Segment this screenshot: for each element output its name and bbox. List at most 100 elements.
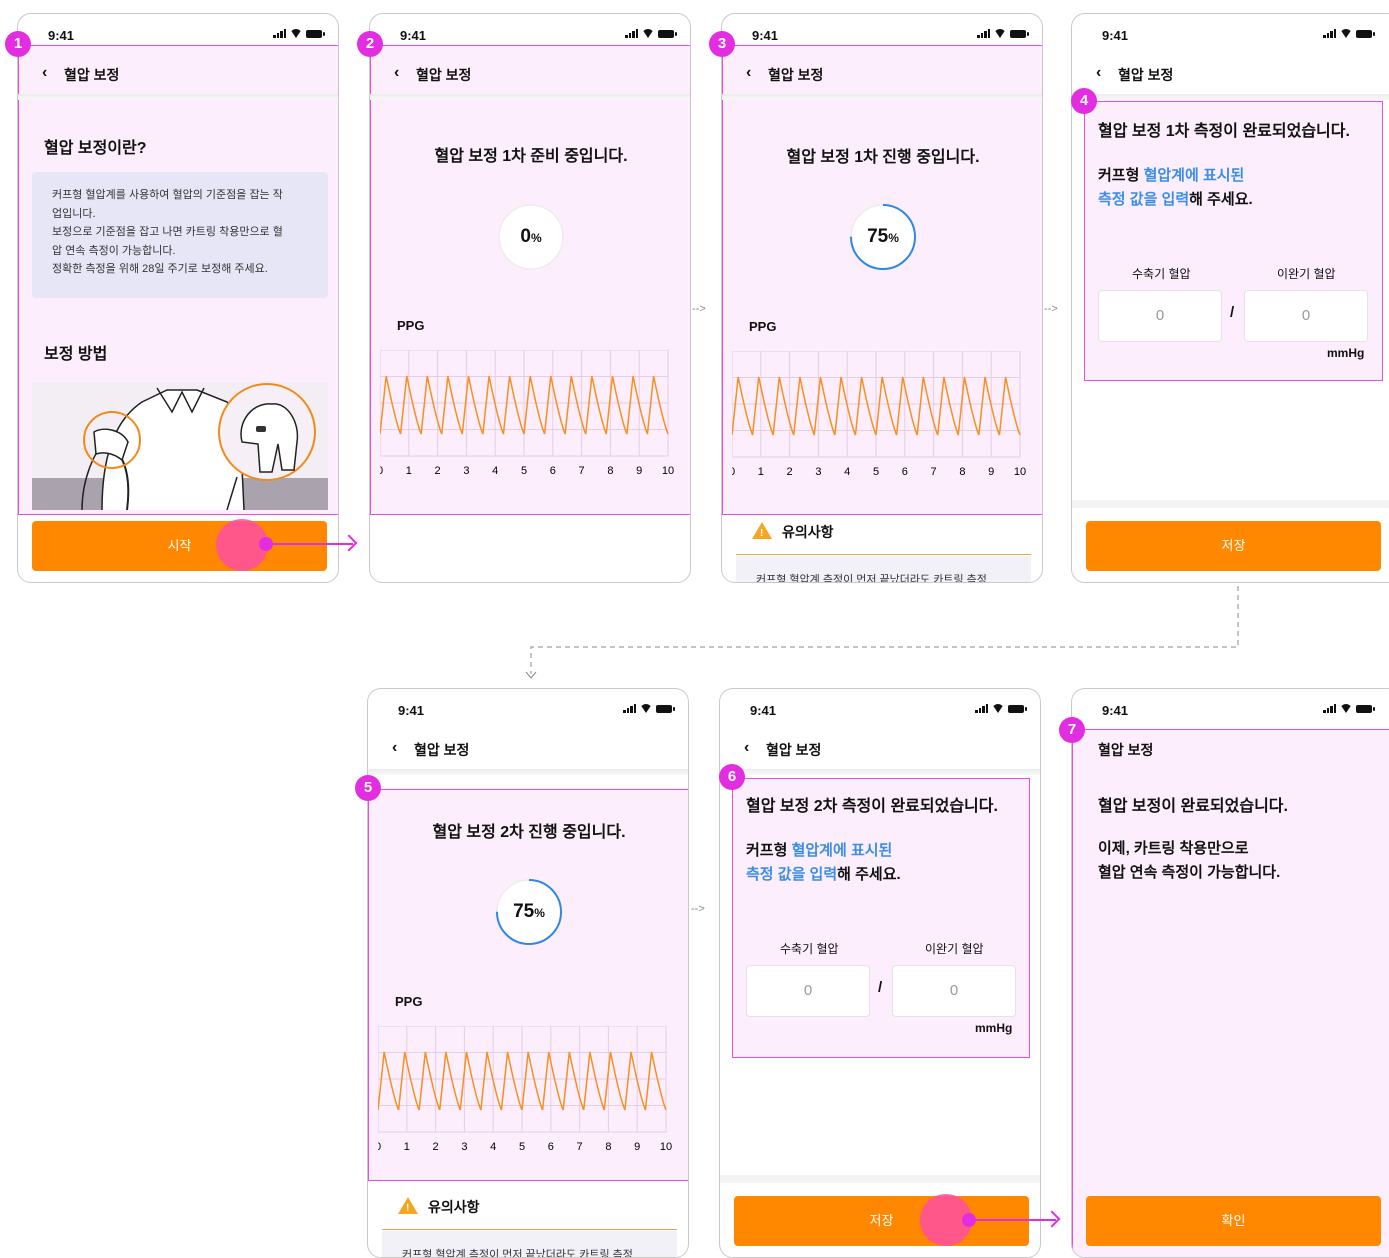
diastolic-label: 이완기 혈압	[1277, 267, 1336, 281]
x-tick-label: 9	[636, 465, 642, 477]
desc-text: 커프형	[746, 842, 792, 859]
x-tick-label: 0	[378, 1141, 381, 1153]
x-tick-label: 5	[519, 1141, 525, 1153]
diastolic-input[interactable]: 0	[892, 965, 1016, 1017]
progress-unit: %	[534, 906, 545, 920]
desc-text: 커프형	[1098, 167, 1144, 184]
systolic-input[interactable]: 0	[1098, 290, 1222, 342]
status-icons	[1323, 28, 1375, 38]
x-tick-label: 8	[607, 465, 613, 477]
info-line: 압 연속 측정이 가능합니다.	[52, 244, 176, 257]
x-tick-label: 7	[579, 465, 585, 477]
app-header: ‹ 혈압 보정	[720, 727, 1040, 769]
back-icon[interactable]: ‹	[394, 64, 399, 82]
x-tick-label: 9	[634, 1141, 640, 1153]
status-time: 9:41	[400, 28, 427, 43]
header-divider	[18, 94, 338, 100]
diastolic-input[interactable]: 0	[1244, 290, 1368, 342]
status-icons	[975, 703, 1027, 713]
signal-icon	[623, 703, 636, 713]
screen-3: 9:41 ‹ 혈압 보정 혈압 보정 1차 진행 중입니다. 75% PPG 0…	[721, 13, 1043, 583]
diastolic-label: 이완기 혈압	[925, 942, 984, 956]
x-tick-label: 10	[1014, 466, 1026, 478]
desc-highlight: 측정 값을 입력	[746, 866, 838, 883]
x-tick-label: 2	[433, 1141, 439, 1153]
wifi-icon	[1340, 704, 1352, 713]
ppg-chart-svg: 0 1 2 3 4 5 6 7 8 9 10	[729, 350, 1026, 478]
flow-connector: -->	[691, 903, 705, 915]
screen-7: 9:41 혈압 보정 혈압 보정이 완료되었습니다. 이제, 카트링 착용만으로…	[1071, 688, 1389, 1258]
x-tick-label: 8	[605, 1141, 611, 1153]
screen-5: 9:41 ‹ 혈압 보정 혈압 보정 2차 진행 중입니다. 75% PPG 0…	[367, 688, 689, 1258]
desc-highlight: 혈압계에 표시된	[791, 842, 893, 859]
page-title: 혈압 보정	[414, 742, 470, 758]
warning-icon-mark: !	[406, 1203, 410, 1214]
info-line: 정확한 측정을 위해 28일 주기로 보정해 주세요.	[52, 263, 268, 275]
back-icon[interactable]: ‹	[744, 739, 749, 757]
status-icons	[625, 28, 677, 38]
signal-icon	[975, 703, 988, 713]
confirm-button[interactable]: 확인	[1086, 1196, 1381, 1246]
progress-value: 75	[867, 226, 889, 247]
wifi-icon	[992, 704, 1004, 713]
header-divider	[370, 94, 690, 100]
x-tick-label: 0	[380, 465, 383, 477]
progress-heading: 혈압 보정 2차 진행 중입니다.	[432, 824, 626, 841]
flow-connector: -->	[1044, 303, 1058, 315]
systolic-input[interactable]: 0	[746, 965, 870, 1017]
status-bar: 9:41	[720, 689, 1040, 727]
x-tick-label: 1	[404, 1141, 410, 1153]
screen-4: 9:41 ‹ 혈압 보정 혈압 보정 1차 측정이 완료되었습니다. 커프형 혈…	[1071, 13, 1389, 583]
result-heading: 혈압 보정 1차 측정이 완료되었습니다.	[1098, 123, 1350, 140]
header-divider	[720, 769, 1040, 775]
status-time: 9:41	[1102, 28, 1129, 43]
complete-heading: 혈압 보정이 완료되었습니다.	[1098, 798, 1288, 815]
notice-body: 커프형 혈압계 측정이 먼저 끝났더라도 카트링 측정	[382, 1231, 677, 1258]
x-tick-label: 7	[577, 1141, 583, 1153]
info-box: 커프형 혈압계를 사용하여 혈압의 기준점을 잡는 작 업입니다. 보정으로 기…	[32, 172, 328, 298]
page-title: 혈압 보정	[416, 67, 472, 83]
save-button[interactable]: 저장	[1086, 521, 1381, 571]
progress-ring: 75%	[496, 879, 562, 945]
page-title: 혈압 보정	[1098, 742, 1154, 758]
method-illustration	[32, 382, 328, 510]
flow-arrow-1-2	[259, 534, 358, 552]
wifi-icon	[994, 29, 1006, 38]
x-tick-label: 0	[732, 466, 735, 478]
x-tick-label: 4	[492, 465, 498, 477]
battery-icon	[1010, 30, 1029, 38]
ppg-label: PPG	[397, 318, 425, 333]
flow-connector: -->	[692, 303, 706, 315]
battery-icon	[656, 705, 675, 713]
flow-connector-4-5	[525, 586, 1239, 679]
ppg-label: PPG	[395, 994, 423, 1009]
info-line: 보정으로 기준점을 잡고 나면 카트링 착용만으로 혈	[52, 226, 283, 238]
x-tick-label: 4	[844, 466, 850, 478]
screen-1: 9:41 ‹ 혈압 보정 혈압 보정이란? 커프형 혈압계를 사용하여 혈압의 …	[17, 13, 339, 583]
back-icon[interactable]: ‹	[746, 64, 751, 82]
bottom-divider	[720, 1175, 1040, 1183]
notice-title: 유의사항	[782, 524, 834, 540]
step-badge-1: 1	[5, 31, 31, 57]
result-desc: 커프형 혈압계에 표시된 측정 값을 입력해 주세요.	[746, 839, 901, 887]
status-bar: 9:41	[1072, 14, 1389, 52]
status-icons	[623, 703, 675, 713]
status-icons	[273, 28, 325, 38]
progress-ring: 0%	[498, 204, 564, 270]
desc-highlight: 측정 값을 입력	[1098, 191, 1190, 208]
info-line: 업입니다.	[52, 207, 96, 220]
status-time: 9:41	[752, 28, 779, 43]
back-icon[interactable]: ‹	[1096, 64, 1101, 82]
back-icon[interactable]: ‹	[392, 739, 397, 757]
back-icon[interactable]: ‹	[42, 64, 47, 82]
x-tick-label: 9	[988, 466, 994, 478]
signal-icon	[1323, 28, 1336, 38]
complete-desc: 이제, 카트링 착용만으로 혈압 연속 측정이 가능합니다.	[1098, 837, 1280, 885]
save-button[interactable]: 저장	[734, 1196, 1029, 1246]
start-button[interactable]: 시작	[32, 521, 327, 571]
notice-text: 커프형 혈압계 측정이 먼저 끝났더라도 카트링 측정	[402, 1249, 633, 1258]
wifi-icon	[1340, 29, 1352, 38]
flow-arrow-6-7	[962, 1210, 1061, 1228]
page-title: 혈압 보정	[1118, 67, 1174, 83]
desc-text: 해 주세요.	[1189, 191, 1253, 208]
